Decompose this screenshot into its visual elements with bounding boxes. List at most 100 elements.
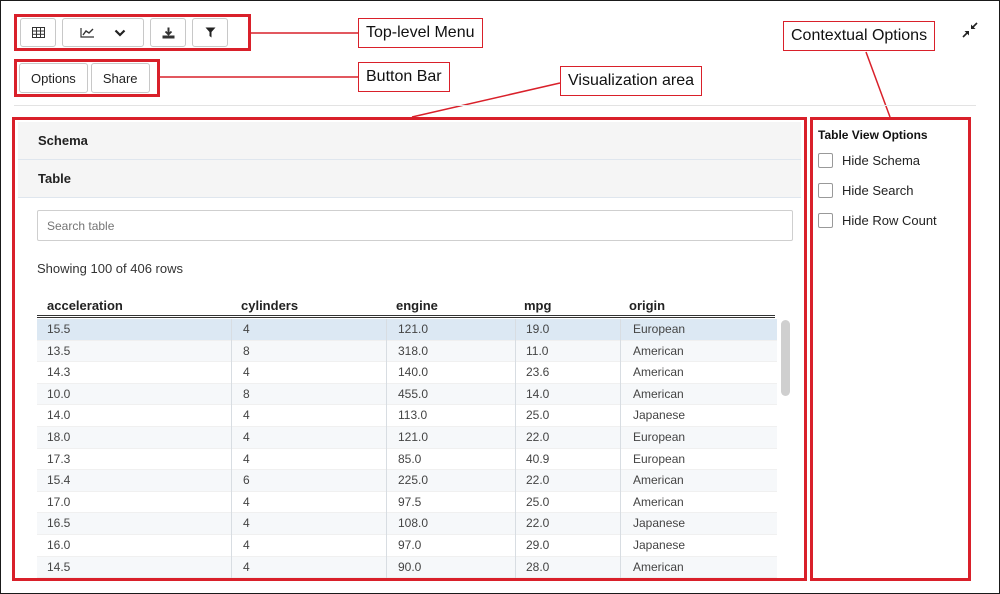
- table-cell-cylinders: 4: [243, 322, 250, 336]
- table-cell-mpg: 23.6: [526, 365, 550, 380]
- column-divider: [231, 319, 232, 578]
- table-cell-cylinders: 8: [243, 386, 250, 401]
- table-icon: [31, 27, 45, 38]
- visualization-area: Schema Table Showing 100 of 406 rows acc…: [12, 117, 807, 581]
- table-cell-acceleration: 10.0: [47, 386, 71, 401]
- table-cell-acceleration: 17.3: [47, 451, 71, 466]
- table-cell-mpg: 29.0: [526, 537, 550, 552]
- column-header-origin[interactable]: origin: [629, 298, 665, 313]
- callout-button-bar: Button Bar: [358, 62, 450, 92]
- table-cell-engine: 108.0: [398, 516, 429, 531]
- top-level-menu: [14, 14, 251, 51]
- table-cell-engine: 113.0: [398, 408, 428, 423]
- table-cell-acceleration: 16.0: [47, 537, 71, 552]
- table-cell-cylinders: 4: [243, 408, 250, 423]
- column-header-mpg[interactable]: mpg: [524, 298, 551, 313]
- table-row[interactable]: 15.5 4 121.0 19.0 European: [37, 319, 777, 341]
- hide-row-count-checkbox[interactable]: [818, 213, 833, 228]
- hide-schema-checkbox[interactable]: [818, 153, 833, 168]
- options-button[interactable]: Options: [19, 63, 88, 93]
- table-row[interactable]: 14.3 4 140.0 23.6 American: [37, 362, 777, 384]
- table-cell-origin: American: [633, 494, 684, 509]
- table-row[interactable]: 14.0 4 113.0 25.0 Japanese: [37, 405, 777, 427]
- table-cell-acceleration: 13.5: [47, 343, 71, 358]
- table-row[interactable]: 18.0 4 121.0 22.0 European: [37, 426, 777, 449]
- table-cell-cylinders: 4: [243, 537, 250, 552]
- share-button[interactable]: Share: [90, 63, 150, 93]
- table-scrollbar[interactable]: [781, 320, 790, 396]
- column-divider: [386, 319, 387, 578]
- line-chart-icon: [80, 28, 95, 38]
- table-cell-engine: 455.0: [398, 386, 429, 401]
- table-cell-cylinders: 6: [243, 473, 250, 488]
- callout-visualization-area: Visualization area: [560, 66, 703, 96]
- table-cell-origin: American: [633, 365, 684, 380]
- table-cell-mpg: 22.0: [526, 473, 550, 488]
- table-cell-engine: 90.0: [398, 559, 422, 574]
- table-cell-mpg: 25.0: [526, 408, 550, 423]
- hide-search-option[interactable]: Hide Search: [818, 183, 914, 198]
- filter-icon: [205, 27, 215, 38]
- table-cell-acceleration: 14.0: [47, 408, 71, 423]
- table-cell-mpg: 28.0: [526, 559, 550, 574]
- table-cell-origin: American: [633, 386, 684, 401]
- table-cell-engine: 225.0: [398, 473, 429, 488]
- table-cell-mpg: 40.9: [526, 451, 550, 466]
- table-cell-acceleration: 18.0: [47, 429, 71, 444]
- table-cell-cylinders: 4: [243, 559, 250, 574]
- column-header-cylinders[interactable]: cylinders: [241, 298, 298, 313]
- filter-button[interactable]: [192, 18, 228, 47]
- table-row[interactable]: 17.0 4 97.5 25.0 American: [37, 492, 777, 514]
- column-divider: [620, 319, 621, 578]
- search-table-input[interactable]: [37, 210, 793, 241]
- table-cell-origin: European: [633, 451, 686, 466]
- download-button[interactable]: [150, 18, 186, 47]
- table-cell-origin: American: [633, 343, 684, 358]
- table-cell-origin: American: [633, 559, 684, 574]
- table-cell-mpg: 22.0: [526, 429, 550, 444]
- chart-type-dropdown[interactable]: [62, 18, 144, 47]
- table-cell-origin: American: [633, 473, 684, 488]
- table-row[interactable]: 15.4 6 225.0 22.0 American: [37, 470, 777, 492]
- column-divider: [515, 319, 516, 578]
- table-cell-acceleration: 14.5: [47, 559, 71, 574]
- table-view-button[interactable]: [20, 18, 56, 47]
- collapse-icon[interactable]: [962, 22, 978, 38]
- table-cell-engine: 121.0: [398, 429, 429, 444]
- table-cell-acceleration: 17.0: [47, 494, 71, 509]
- table-header: acceleration cylinders engine mpg origin: [37, 294, 775, 318]
- hide-schema-option[interactable]: Hide Schema: [818, 153, 920, 168]
- table-cell-cylinders: 4: [243, 451, 250, 466]
- hide-schema-label: Hide Schema: [842, 153, 921, 168]
- table-cell-engine: 140.0: [398, 365, 429, 380]
- table-cell-origin: Japanese: [633, 408, 686, 423]
- table-cell-acceleration: 15.4: [47, 473, 71, 488]
- table-cell-acceleration: 16.5: [47, 516, 71, 531]
- table-cell-engine: 85.0: [398, 451, 422, 466]
- table-cell-origin: European: [633, 429, 686, 444]
- table-cell-mpg: 11.0: [526, 343, 549, 358]
- chevron-down-icon: [114, 29, 126, 37]
- toolbar-divider: [14, 105, 976, 106]
- schema-panel-header[interactable]: Schema: [18, 122, 801, 160]
- table-cell-cylinders: 4: [243, 516, 250, 531]
- table-cell-engine: 318.0: [398, 343, 429, 358]
- hide-row-count-option[interactable]: Hide Row Count: [818, 213, 937, 228]
- table-row[interactable]: 13.5 8 318.0 11.0 American: [37, 340, 777, 363]
- table-row[interactable]: 14.5 4 90.0 28.0 American: [37, 556, 777, 578]
- table-cell-cylinders: 4: [243, 429, 250, 444]
- table-cell-acceleration: 15.5: [47, 322, 71, 336]
- table-row[interactable]: 16.0 4 97.0 29.0 Japanese: [37, 535, 777, 557]
- table-panel-header[interactable]: Table: [18, 160, 801, 198]
- table-row[interactable]: 17.3 4 85.0 40.9 European: [37, 449, 777, 471]
- table-cell-engine: 97.0: [398, 537, 422, 552]
- hide-search-checkbox[interactable]: [818, 183, 833, 198]
- callout-contextual-options: Contextual Options: [783, 21, 936, 51]
- table-cell-cylinders: 4: [243, 494, 250, 509]
- column-header-acceleration[interactable]: acceleration: [47, 298, 123, 313]
- hide-search-label: Hide Search: [842, 183, 914, 198]
- table-row[interactable]: 16.5 4 108.0 22.0 Japanese: [37, 513, 777, 535]
- column-header-engine[interactable]: engine: [396, 298, 438, 313]
- table-row[interactable]: 10.0 8 455.0 14.0 American: [37, 383, 777, 406]
- table-cell-mpg: 14.0: [526, 386, 550, 401]
